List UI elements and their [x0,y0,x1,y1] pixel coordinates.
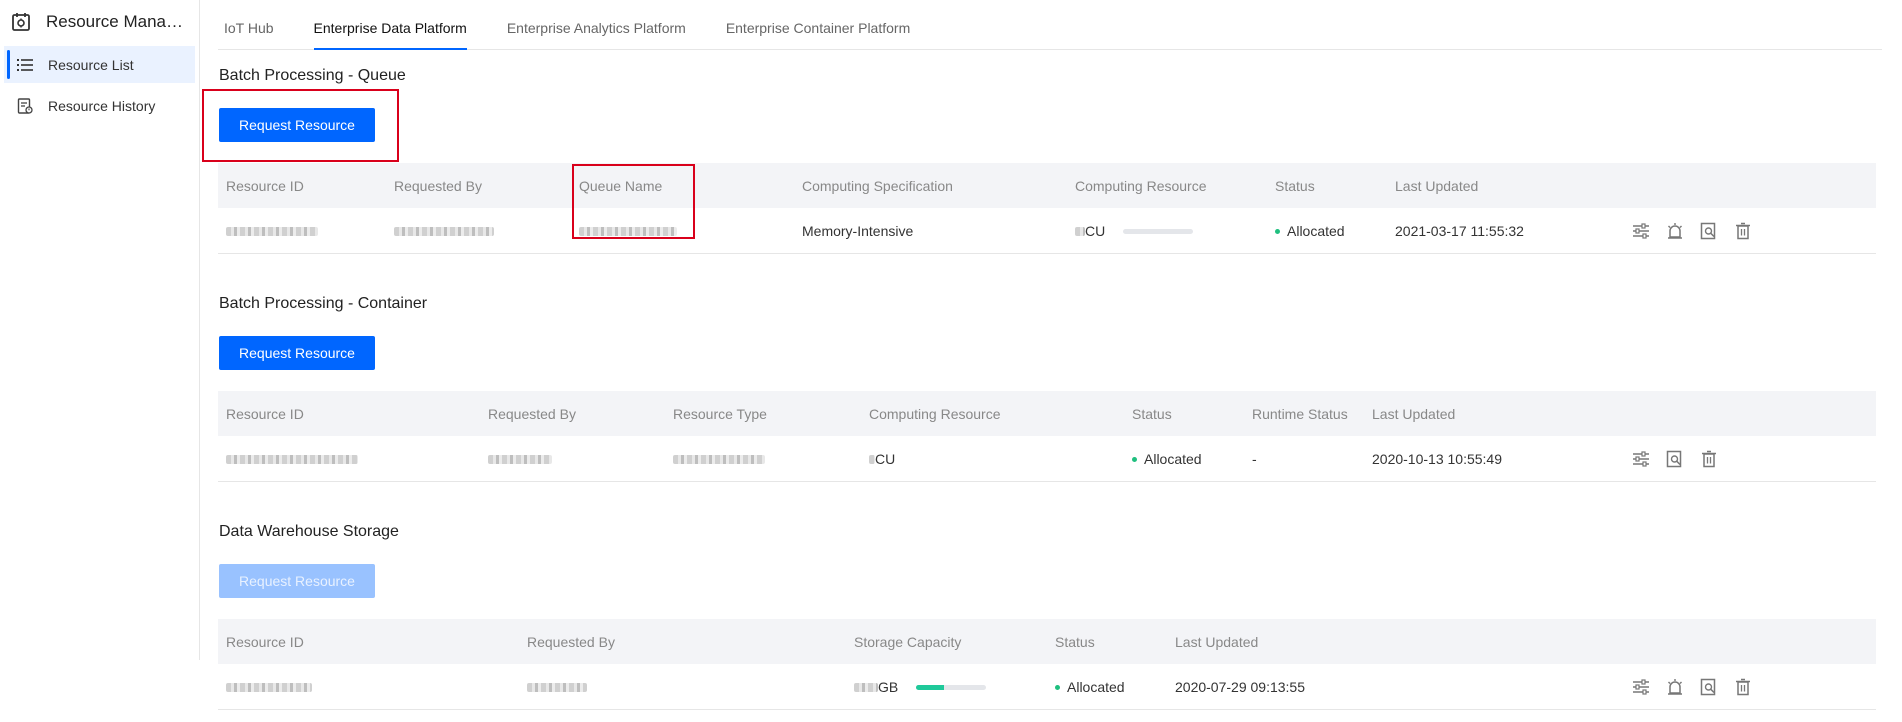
sidebar-item-resource-list[interactable]: Resource List [4,46,195,83]
section-title-queue: Batch Processing - Queue [219,67,406,84]
computing-spec: Memory-Intensive [802,222,914,239]
list-icon [16,56,34,74]
search-detail-icon[interactable] [1699,221,1719,241]
sidebar-item-label: Resource History [48,97,156,114]
highlight-box-queue-name [572,164,695,239]
column-header: Last Updated [1395,177,1479,194]
search-detail-icon[interactable] [1699,677,1719,697]
redacted-resource-id [226,679,312,695]
computing-resource: CU [1075,223,1194,239]
row-actions [1631,677,1753,697]
column-header: Requested By [488,405,576,422]
column-header: Status [1055,633,1095,650]
column-header: Requested By [527,633,615,650]
table-row: Memory-Intensive CU Allocated 2021-03-17… [218,208,1876,254]
column-header: Resource Type [673,405,767,422]
tab-iot-hub[interactable]: IoT Hub [224,20,274,49]
alarm-icon[interactable] [1665,221,1685,241]
usage-bar [1123,229,1194,235]
main-content: IoT Hub Enterprise Data Platform Enterpr… [202,0,1882,710]
column-header: Status [1132,405,1172,422]
resource-app-icon [12,13,30,31]
column-header: Resource ID [226,405,304,422]
column-header: Runtime Status [1252,405,1348,422]
last-updated: 2021-03-17 11:55:32 [1395,222,1524,239]
runtime-status: - [1252,450,1257,467]
queue-table: Resource ID Requested By Queue Name Comp… [218,163,1876,254]
last-updated: 2020-10-13 10:55:49 [1372,450,1502,467]
adjust-icon[interactable] [1631,677,1651,697]
delete-icon[interactable] [1733,677,1753,697]
table-row: GB Allocated 2020-07-29 09:13:55 [218,664,1876,710]
column-header: Computing Specification [802,177,953,194]
status-badge: Allocated [1275,223,1345,239]
alarm-icon[interactable] [1665,677,1685,697]
container-table: Resource ID Requested By Resource Type C… [218,391,1876,482]
history-icon [16,97,34,115]
table-row: CU Allocated - 2020-10-13 10:55:49 [218,436,1876,482]
redacted-resource-id [226,451,358,467]
section-title-container: Batch Processing - Container [219,295,428,312]
status-badge: Allocated [1132,451,1202,467]
redacted-requested-by [527,679,587,695]
storage-capacity: GB [854,679,987,695]
table-header: Resource ID Requested By Storage Capacit… [218,619,1876,664]
column-header: Computing Resource [869,405,1001,422]
sidebar-item-label: Resource List [48,56,134,73]
usage-bar [916,685,987,691]
redacted-requested-by [488,451,552,467]
warehouse-table: Resource ID Requested By Storage Capacit… [218,619,1876,710]
table-header: Resource ID Requested By Resource Type C… [218,391,1876,436]
app-title: Resource Manag... [46,12,186,31]
sidebar-item-resource-history[interactable]: Resource History [4,87,195,124]
status-badge: Allocated [1055,679,1125,695]
request-resource-button-warehouse: Request Resource [219,564,375,598]
column-header: Last Updated [1175,633,1259,650]
search-detail-icon[interactable] [1665,449,1685,469]
delete-icon[interactable] [1699,449,1719,469]
column-header: Resource ID [226,633,304,650]
tab-enterprise-analytics-platform[interactable]: Enterprise Analytics Platform [507,20,686,49]
computing-resource: CU [869,451,895,467]
sidebar-header: Resource Manag... [0,0,199,44]
column-header: Storage Capacity [854,633,962,650]
adjust-icon[interactable] [1631,221,1651,241]
tab-enterprise-container-platform[interactable]: Enterprise Container Platform [726,20,910,49]
column-header: Last Updated [1372,405,1456,422]
column-header: Requested By [394,177,482,194]
delete-icon[interactable] [1733,221,1753,241]
column-header: Status [1275,177,1315,194]
redacted-resource-id [226,223,318,239]
adjust-icon[interactable] [1631,449,1651,469]
column-header: Resource ID [226,177,304,194]
sidebar: Resource Manag... Resource List Resource… [0,0,200,660]
tab-bar: IoT Hub Enterprise Data Platform Enterpr… [218,0,1882,50]
redacted-resource-type [673,451,765,467]
column-header: Computing Resource [1075,177,1207,194]
row-actions [1631,221,1753,241]
redacted-requested-by [394,223,494,239]
request-resource-button-container[interactable]: Request Resource [219,336,375,370]
section-title-warehouse: Data Warehouse Storage [219,523,399,540]
row-actions [1631,449,1719,469]
table-header: Resource ID Requested By Queue Name Comp… [218,163,1876,208]
tab-enterprise-data-platform[interactable]: Enterprise Data Platform [313,20,468,50]
last-updated: 2020-07-29 09:13:55 [1175,678,1305,695]
highlight-box-request [202,89,399,162]
